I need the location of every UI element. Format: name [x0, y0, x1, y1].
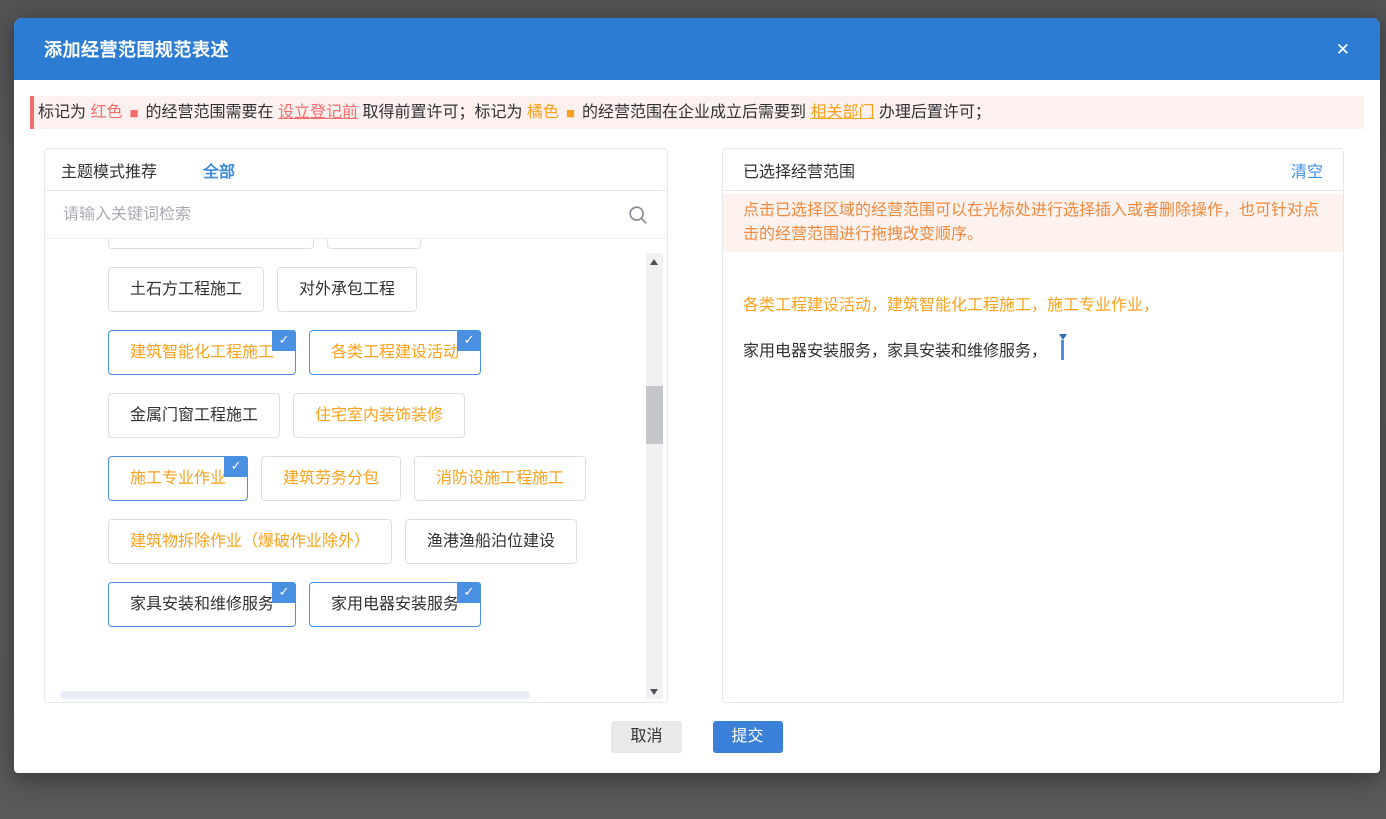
catalog-tabs: 主题模式推荐 全部 [45, 149, 667, 191]
scope-tag-partial[interactable] [108, 239, 314, 249]
scope-tag-label: 消防设施工程施工 [436, 470, 564, 487]
scope-tag[interactable]: 建筑劳务分包 [261, 456, 401, 501]
legend-bar: 标记为 红色 ■ 的经营范围需要在 设立登记前 取得前置许可；标记为 橘色 ■ 的经营范… [30, 96, 1364, 129]
scope-tag-label: 住宅室内装饰装修 [315, 407, 443, 424]
tag-row: 家具安装和维修服务✓家用电器安装服务✓ [108, 582, 667, 627]
legend-text: 标记为 [38, 104, 90, 121]
legend-text: 办理后置许可； [874, 104, 990, 121]
dialog-header: 添加经营范围规范表述 ✕ [14, 18, 1380, 80]
selected-scopes-editor[interactable]: 各类工程建设活动，建筑智能化工程施工，施工专业作业， 家用电器安装服务，家具安装… [723, 294, 1343, 364]
legend-orange-word: 橘色 [527, 104, 559, 121]
vertical-scrollbar[interactable] [646, 253, 663, 699]
tab-all[interactable]: 全部 [203, 158, 235, 182]
selected-scopes-line-default[interactable]: 家用电器安装服务，家具安装和维修服务， [743, 340, 1323, 364]
scope-tag-label: 建筑物拆除作业（爆破作业除外） [130, 533, 370, 550]
scroll-down-icon[interactable] [646, 682, 663, 699]
tag-row-partial [108, 239, 667, 249]
scope-tag[interactable]: 建筑物拆除作业（爆破作业除外） [108, 519, 392, 564]
scope-catalog-panel: 主题模式推荐 全部 土石方工程施工对外承包工程建筑智能化工程施工✓各类工程建设活… [44, 148, 668, 703]
red-square-icon: ■ [129, 105, 138, 122]
legend-text: 的经营范围需要在 [146, 104, 278, 121]
scope-tag[interactable]: 消防设施工程施工 [414, 456, 586, 501]
submit-button[interactable]: 提交 [713, 721, 783, 753]
tag-row: 建筑智能化工程施工✓各类工程建设活动✓ [108, 330, 667, 375]
scope-tag[interactable]: 建筑智能化工程施工✓ [108, 330, 296, 375]
add-business-scope-dialog: 添加经营范围规范表述 ✕ 标记为 红色 ■ 的经营范围需要在 设立登记前 取得前置许… [14, 18, 1380, 773]
scope-tag-label: 土石方工程施工 [130, 281, 242, 298]
tag-row: 建筑物拆除作业（爆破作业除外） 渔港渔船泊位建设 [108, 519, 667, 564]
selected-scopes-text: 家用电器安装服务，家具安装和维修服务， [743, 343, 1047, 360]
scope-tag[interactable]: 家具安装和维修服务✓ [108, 582, 296, 627]
scope-tag[interactable]: 家用电器安装服务✓ [309, 582, 481, 627]
close-icon[interactable]: ✕ [1336, 41, 1350, 58]
panels-container: 主题模式推荐 全部 土石方工程施工对外承包工程建筑智能化工程施工✓各类工程建设活… [44, 148, 1344, 703]
dialog-footer: 取消 提交 [14, 721, 1380, 753]
check-badge-icon: ✓ [224, 456, 248, 477]
tab-theme-mode[interactable]: 主题模式推荐 [61, 158, 157, 182]
tag-row: 施工专业作业✓ 建筑劳务分包 消防设施工程施工 [108, 456, 667, 501]
scroll-up-icon[interactable] [646, 253, 663, 270]
scope-tag[interactable]: 对外承包工程 [277, 267, 417, 312]
horizontal-scroll-thumb[interactable] [60, 691, 530, 699]
scope-tag-label: 施工专业作业 [130, 470, 226, 487]
selected-scopes-line-orange[interactable]: 各类工程建设活动，建筑智能化工程施工，施工专业作业， [743, 294, 1323, 318]
scope-tag-label: 渔港渔船泊位建设 [427, 533, 555, 550]
tag-row: 土石方工程施工 对外承包工程 [108, 267, 667, 312]
selection-hint: 点击已选择区域的经营范围可以在光标处进行选择插入或者删除操作，也可针对点击的经营… [723, 194, 1343, 252]
selected-panel-header: 已选择经营范围 清空 [723, 149, 1343, 191]
vertical-scroll-thumb[interactable] [646, 386, 663, 444]
scope-tag-label: 建筑劳务分包 [283, 470, 379, 487]
legend-text: 取得前置许可；标记为 [358, 104, 527, 121]
tag-row: 金属门窗工程施工 住宅室内装饰装修 [108, 393, 667, 438]
legend-pre-license-link[interactable]: 设立登记前 [278, 104, 358, 121]
tag-grid: 土石方工程施工对外承包工程建筑智能化工程施工✓各类工程建设活动✓金属门窗工程施工… [45, 239, 667, 703]
scope-tag[interactable]: 渔港渔船泊位建设 [405, 519, 577, 564]
legend-red-word: 红色 [90, 104, 122, 121]
scope-tag-label: 建筑智能化工程施工 [130, 344, 274, 361]
scope-tag-label: 对外承包工程 [299, 281, 395, 298]
check-badge-icon: ✓ [272, 582, 296, 603]
scope-tag-label: 金属门窗工程施工 [130, 407, 258, 424]
scope-tag-partial[interactable] [327, 239, 421, 249]
clear-button[interactable]: 清空 [1291, 158, 1323, 182]
legend-related-dept-link[interactable]: 相关部门 [810, 104, 874, 121]
search-icon[interactable] [627, 204, 649, 226]
scope-tag[interactable]: 各类工程建设活动✓ [309, 330, 481, 375]
legend-text: 的经营范围在企业成立后需要到 [582, 104, 810, 121]
selected-panel-title: 已选择经营范围 [743, 158, 855, 182]
scope-tag[interactable]: 金属门窗工程施工 [108, 393, 280, 438]
scope-tag-label: 家用电器安装服务 [331, 596, 459, 613]
search-input[interactable] [63, 206, 627, 224]
text-caret [1061, 340, 1064, 360]
scope-tag[interactable]: 施工专业作业✓ [108, 456, 248, 501]
dialog-title: 添加经营范围规范表述 [44, 36, 229, 62]
selected-scope-panel: 已选择经营范围 清空 点击已选择区域的经营范围可以在光标处进行选择插入或者删除操… [722, 148, 1344, 703]
scope-tag-label: 各类工程建设活动 [331, 344, 459, 361]
check-badge-icon: ✓ [272, 330, 296, 351]
search-bar [45, 191, 667, 239]
scope-tag[interactable]: 住宅室内装饰装修 [293, 393, 465, 438]
cancel-button[interactable]: 取消 [611, 721, 681, 753]
check-badge-icon: ✓ [457, 582, 481, 603]
check-badge-icon: ✓ [457, 330, 481, 351]
scope-tag-label: 家具安装和维修服务 [130, 596, 274, 613]
orange-square-icon: ■ [566, 105, 575, 122]
scope-tag[interactable]: 土石方工程施工 [108, 267, 264, 312]
